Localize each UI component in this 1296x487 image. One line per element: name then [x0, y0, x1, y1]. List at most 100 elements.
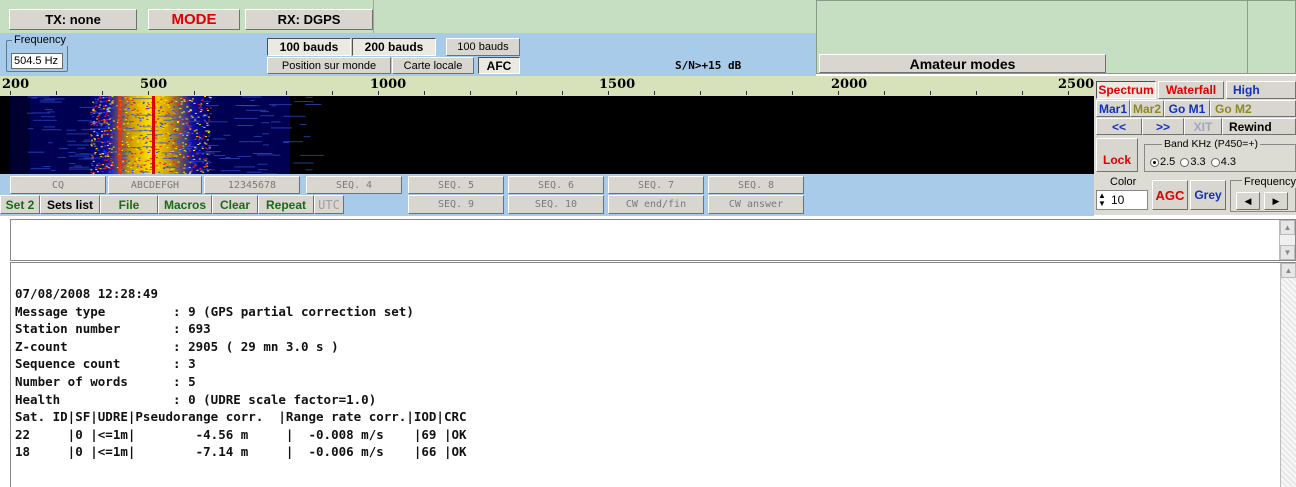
- waterfall-pixel: [94, 139, 96, 141]
- waterfall-pixel: [137, 104, 140, 106]
- waterfall-streak: [162, 152, 178, 154]
- waterfall-pixel: [177, 122, 180, 123]
- macro-abcdefgh[interactable]: ABCDEFGH: [108, 176, 202, 194]
- waterfall-pixel: [157, 148, 160, 150]
- waterfall-pixel: [190, 170, 193, 172]
- mode-button[interactable]: MODE: [148, 9, 240, 30]
- sets-list-button[interactable]: Sets list: [40, 195, 100, 214]
- waterfall-pixel: [185, 145, 188, 147]
- scale-tick: [654, 91, 655, 95]
- waterfall-pixel: [95, 166, 97, 168]
- waterfall-pixel: [183, 100, 186, 102]
- mar1-button[interactable]: Mar1: [1096, 100, 1130, 117]
- waterfall-pixel: [128, 151, 131, 152]
- transmit-input[interactable]: ▲ ▼: [10, 219, 1296, 261]
- waterfall-pixel: [132, 111, 134, 113]
- spinner-arrows-icon[interactable]: ▲ ▼: [1098, 192, 1106, 208]
- freq-left-button[interactable]: ◀: [1236, 192, 1260, 210]
- macro-12345678[interactable]: 12345678: [204, 176, 300, 194]
- macro-seq8[interactable]: SEQ. 8: [708, 176, 804, 194]
- waterfall-pixel: [107, 125, 109, 127]
- local-map-button[interactable]: Carte locale: [392, 57, 474, 74]
- waterfall-pixel: [115, 111, 118, 113]
- scroll-down-icon[interactable]: ▼: [1280, 245, 1295, 260]
- macro-seq9[interactable]: SEQ. 9: [408, 195, 504, 214]
- scale-tick: [240, 91, 241, 95]
- waterfall-pixel: [148, 104, 151, 106]
- receive-output[interactable]: 07/08/2008 12:28:49 Message type : 9 (GPS…: [10, 262, 1296, 487]
- waterfall-pixel: [184, 124, 187, 126]
- waterfall-pixel: [159, 107, 162, 109]
- macro-cw-answer[interactable]: CW answer: [708, 195, 804, 214]
- macro-seq6[interactable]: SEQ. 6: [508, 176, 604, 194]
- baud-200-button[interactable]: 200 bauds: [352, 38, 436, 56]
- world-position-button[interactable]: Position sur monde: [267, 57, 391, 74]
- go-m2-button[interactable]: Go M2: [1210, 100, 1296, 117]
- clear-button[interactable]: Clear: [212, 195, 258, 214]
- waterfall-streak: [261, 122, 270, 124]
- band-radio-3-3[interactable]: [1180, 157, 1190, 167]
- baud-100b-button[interactable]: 100 bauds: [446, 38, 520, 56]
- waterfall-pixel: [145, 163, 148, 165]
- rewind-back-button[interactable]: <<: [1096, 118, 1142, 135]
- scroll-up-icon[interactable]: ▲: [1280, 220, 1295, 235]
- set2-button[interactable]: Set 2: [0, 195, 40, 214]
- waterfall-pixel: [158, 110, 160, 112]
- freq-right-button[interactable]: ▶: [1264, 192, 1288, 210]
- band-option-4-3: 4.3: [1220, 156, 1237, 168]
- waterfall-streak: [80, 153, 90, 155]
- waterfall-pixel: [105, 96, 108, 98]
- utc-button[interactable]: UTC: [314, 195, 344, 214]
- output-scrollbar[interactable]: ▲: [1280, 263, 1296, 487]
- waterfall-pixel: [125, 126, 128, 128]
- frequency-field[interactable]: 504.5 Hz: [11, 53, 63, 69]
- scale-label-1000: 1000: [370, 77, 407, 92]
- go-m1-button[interactable]: Go M1: [1164, 100, 1210, 117]
- xit-button[interactable]: XIT: [1184, 118, 1222, 135]
- mar2-button[interactable]: Mar2: [1130, 100, 1164, 117]
- waterfall-pixel: [186, 135, 189, 137]
- waterfall-pixel: [110, 117, 113, 119]
- baud-100-button[interactable]: 100 bauds: [267, 38, 351, 56]
- waterfall-pixel: [199, 105, 202, 107]
- afc-button[interactable]: AFC: [478, 57, 520, 74]
- output-scroll-up-icon[interactable]: ▲: [1281, 263, 1296, 278]
- waterfall-display[interactable]: [0, 96, 1094, 174]
- macro-seq7[interactable]: SEQ. 7: [608, 176, 704, 194]
- band-radio-4-3[interactable]: [1210, 157, 1220, 167]
- band-radio-2-5[interactable]: [1150, 157, 1159, 167]
- lock-button[interactable]: Lock: [1096, 138, 1138, 172]
- amateur-modes-button[interactable]: Amateur modes: [819, 54, 1106, 73]
- waterfall-pixel: [170, 101, 173, 103]
- repeat-button[interactable]: Repeat: [258, 195, 314, 214]
- grey-button[interactable]: Grey: [1190, 180, 1226, 210]
- macro-seq5[interactable]: SEQ. 5: [408, 176, 504, 194]
- waterfall-streak: [107, 158, 127, 160]
- file-button[interactable]: File: [100, 195, 158, 214]
- band-option-3-3: 3.3: [1190, 156, 1206, 168]
- waterfall-pixel: [90, 142, 93, 144]
- high-button[interactable]: High: [1226, 81, 1296, 99]
- waterfall-pixel: [147, 152, 150, 153]
- waterfall-pixel: [148, 139, 151, 141]
- waterfall-pixel: [181, 98, 184, 99]
- macros-button[interactable]: Macros: [158, 195, 212, 214]
- macro-seq4[interactable]: SEQ. 4: [306, 176, 402, 194]
- rewind-button[interactable]: Rewind: [1222, 118, 1296, 135]
- macro-cw-end[interactable]: CW end/fin: [608, 195, 704, 214]
- waterfall-streak: [293, 162, 314, 164]
- waterfall-button[interactable]: Waterfall: [1158, 81, 1224, 99]
- waterfall-streak: [176, 117, 198, 119]
- input-scrollbar[interactable]: ▲ ▼: [1279, 220, 1295, 260]
- color-spinner[interactable]: ▲ ▼ 10: [1096, 190, 1148, 210]
- macro-seq10[interactable]: SEQ. 10: [508, 195, 604, 214]
- forward-button[interactable]: >>: [1142, 118, 1184, 135]
- waterfall-pixel: [144, 142, 147, 144]
- waterfall-streak: [157, 115, 179, 117]
- waterfall-pixel: [100, 100, 102, 102]
- spectrum-button[interactable]: Spectrum: [1096, 81, 1156, 99]
- macro-cq[interactable]: CQ: [10, 176, 106, 194]
- waterfall-pixel: [204, 166, 207, 168]
- waterfall-pixel: [174, 139, 177, 141]
- agc-button[interactable]: AGC: [1152, 180, 1188, 210]
